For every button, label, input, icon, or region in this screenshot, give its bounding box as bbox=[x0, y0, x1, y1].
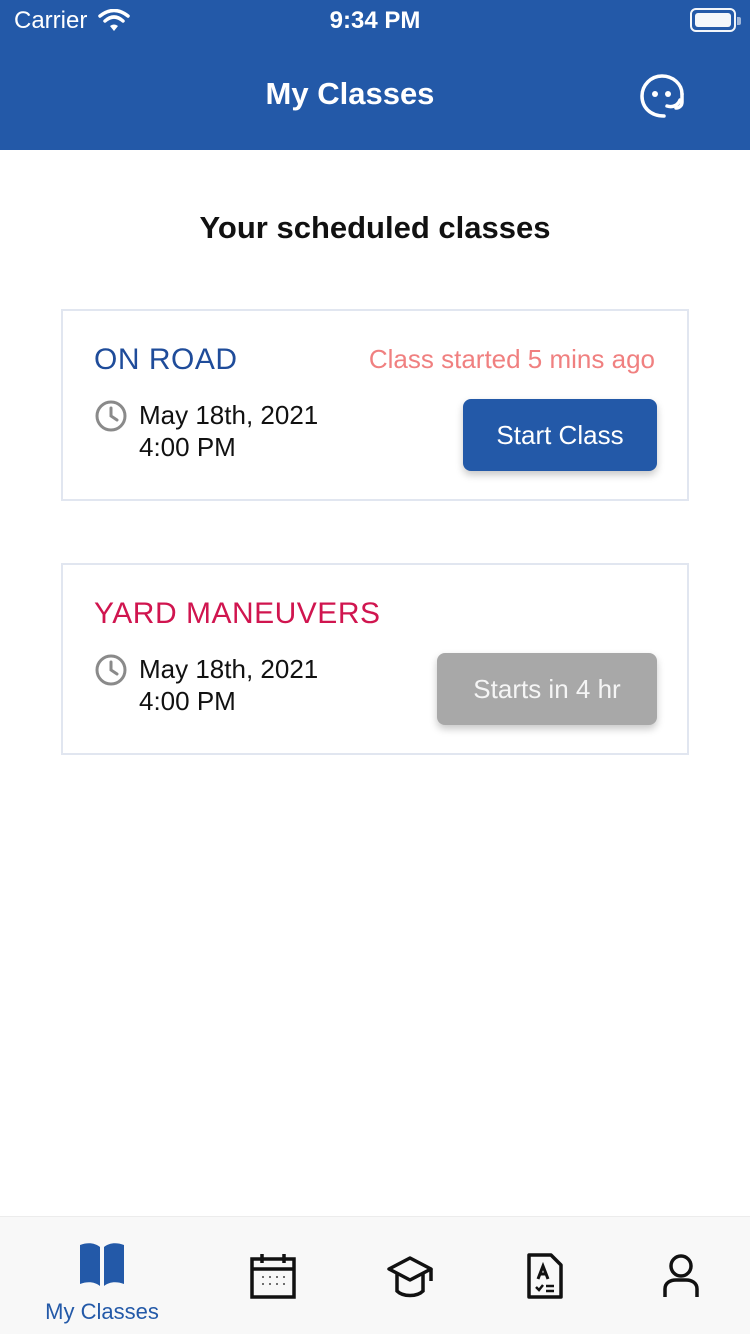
clock-icon bbox=[95, 400, 127, 432]
status-bar: Carrier 9:34 PM bbox=[0, 0, 750, 40]
book-open-icon bbox=[80, 1243, 124, 1286]
start-class-button[interactable]: Start Class bbox=[463, 399, 657, 471]
page-title: My Classes bbox=[265, 76, 435, 111]
battery-icon bbox=[690, 8, 741, 32]
starts-in-button[interactable]: Starts in 4 hr bbox=[437, 653, 657, 725]
class-name: YARD MANEUVERS bbox=[94, 597, 381, 630]
class-date: May 18th, 2021 bbox=[139, 654, 319, 684]
class-card: YARD MANEUVERS May 18th, 2021 4:00 PM St… bbox=[61, 563, 689, 755]
support-chat-icon[interactable] bbox=[636, 72, 688, 120]
class-time: 4:00 PM bbox=[139, 686, 236, 716]
grade-report-icon bbox=[527, 1253, 563, 1299]
tab-grades[interactable] bbox=[498, 1217, 592, 1334]
clock-icon bbox=[95, 654, 127, 686]
tab-my-classes[interactable]: My Classes bbox=[45, 1217, 159, 1334]
class-status: Class started 5 mins ago bbox=[368, 344, 655, 374]
tab-profile[interactable] bbox=[634, 1217, 728, 1334]
app-header: Carrier 9:34 PM My Classes bbox=[0, 0, 750, 150]
tab-calendar[interactable] bbox=[226, 1217, 320, 1334]
user-profile-icon bbox=[663, 1254, 699, 1297]
status-time: 9:34 PM bbox=[329, 7, 421, 34]
class-card: ON ROAD Class started 5 mins ago May 18t… bbox=[61, 309, 689, 501]
class-time: 4:00 PM bbox=[139, 432, 236, 462]
tab-courses[interactable] bbox=[363, 1217, 457, 1334]
calendar-icon bbox=[250, 1254, 296, 1299]
class-date: May 18th, 2021 bbox=[139, 400, 319, 430]
tab-label: My Classes bbox=[45, 1299, 159, 1324]
bottom-tab-bar: My Classes bbox=[0, 1216, 750, 1334]
class-name: ON ROAD bbox=[94, 343, 238, 376]
class-datetime: May 18th, 2021 4:00 PM bbox=[139, 399, 318, 463]
class-datetime: May 18th, 2021 4:00 PM bbox=[139, 653, 318, 717]
graduation-cap-icon bbox=[387, 1256, 433, 1298]
section-title: Your scheduled classes bbox=[199, 210, 551, 245]
